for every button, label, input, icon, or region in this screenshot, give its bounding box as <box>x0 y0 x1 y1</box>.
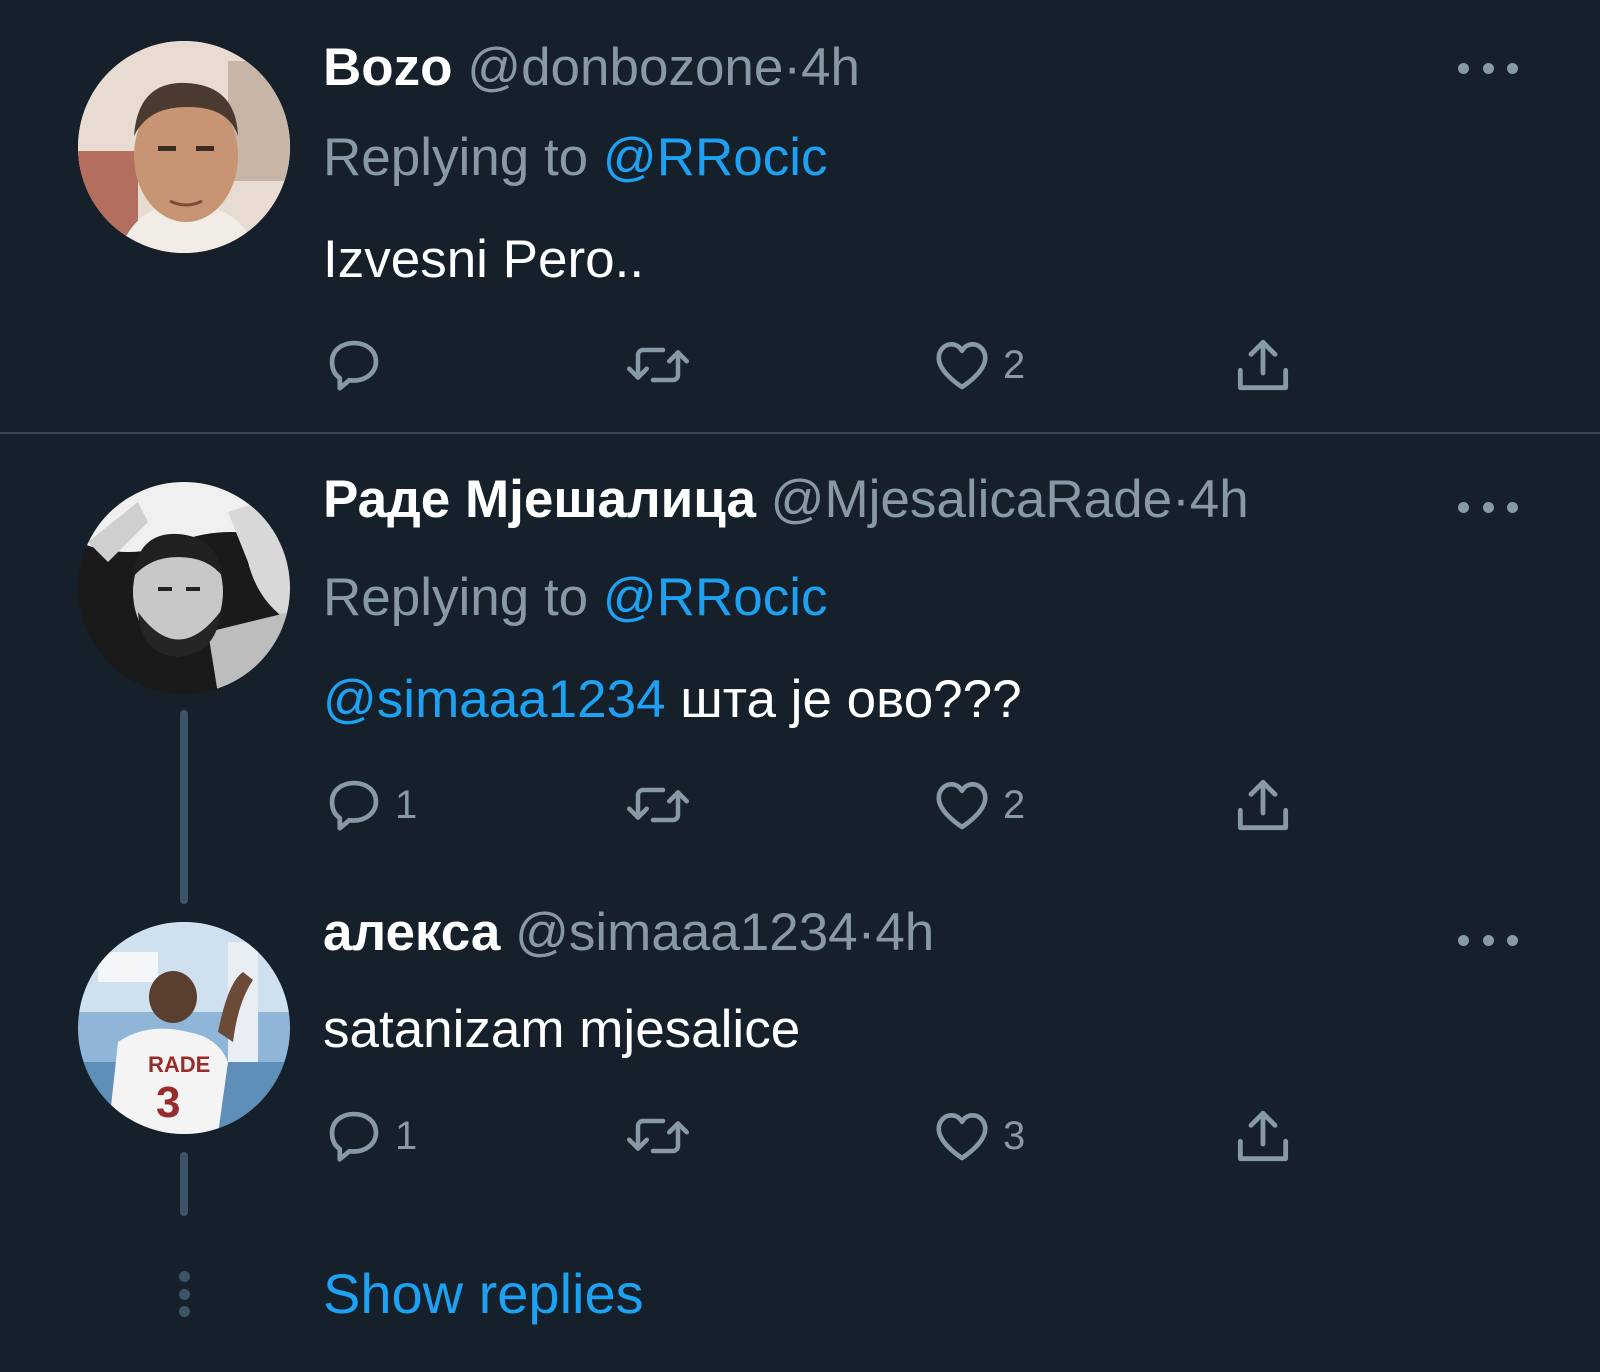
retweet-icon <box>623 774 693 836</box>
share-button[interactable] <box>1231 1101 1295 1171</box>
like-count: 3 <box>1003 1113 1026 1158</box>
svg-text:3: 3 <box>156 1078 180 1127</box>
user-handle[interactable]: @donbozone <box>467 38 783 97</box>
svg-text:RADE: RADE <box>148 1052 210 1077</box>
retweet-button[interactable] <box>623 330 703 400</box>
tweet-actions: 1 2 <box>323 770 1323 840</box>
reply-icon <box>323 1105 385 1167</box>
retweet-button[interactable] <box>623 770 703 840</box>
tweet-text: Izvesni Pero.. <box>323 230 644 290</box>
like-count: 2 <box>1003 342 1026 387</box>
tweet-text-content: satanizam mjesalice <box>323 1000 801 1059</box>
separator: · <box>857 903 876 962</box>
tweet-text: satanizam mjesalice <box>323 1000 800 1060</box>
show-replies-link[interactable]: Show replies <box>323 1262 644 1326</box>
reply-count: 1 <box>395 1113 418 1158</box>
reply-button[interactable] <box>323 330 395 400</box>
share-icon <box>1231 1104 1295 1168</box>
user-handle[interactable]: @MjesalicaRade <box>771 470 1172 529</box>
share-button[interactable] <box>1231 770 1295 840</box>
avatar-aleksa[interactable]: RADE 3 <box>78 922 290 1134</box>
heart-icon <box>931 774 993 836</box>
replying-to-label: Replying to <box>323 128 589 187</box>
tweet-header: Bozo @donbozone·4h <box>323 38 860 98</box>
replying-to: Replying to @RRocic <box>323 128 828 188</box>
retweet-button[interactable] <box>623 1101 703 1171</box>
timestamp[interactable]: 4h <box>801 38 860 97</box>
thread-connector <box>180 710 188 904</box>
tweet-actions: 1 3 <box>323 1101 1323 1171</box>
reply-button[interactable]: 1 <box>323 1101 417 1171</box>
reply-icon <box>323 334 385 396</box>
more-icon[interactable] <box>1458 58 1518 78</box>
replying-to-handle[interactable]: @RRocic <box>603 568 828 627</box>
tweet-actions: 2 <box>323 330 1323 400</box>
retweet-icon <box>623 1105 693 1167</box>
share-icon <box>1231 333 1295 397</box>
replying-to: Replying to @RRocic <box>323 568 828 628</box>
like-button[interactable]: 3 <box>931 1101 1025 1171</box>
tweet-text: @simaaa1234 шта је ово??? <box>323 670 1022 730</box>
mention-link[interactable]: @simaaa1234 <box>323 670 666 729</box>
like-count: 2 <box>1003 782 1026 827</box>
tweet-header: алекса @simaaa1234·4h <box>323 903 934 963</box>
display-name[interactable]: Bozo <box>323 38 453 97</box>
display-name[interactable]: алекса <box>323 903 500 962</box>
tweet-divider <box>0 432 1600 434</box>
thread-connector <box>180 1152 188 1216</box>
like-button[interactable]: 2 <box>931 330 1025 400</box>
heart-icon <box>931 1105 993 1167</box>
display-name[interactable]: Раде Мјешалица <box>323 470 756 529</box>
separator: · <box>783 38 802 97</box>
timestamp[interactable]: 4h <box>875 903 934 962</box>
like-button[interactable]: 2 <box>931 770 1025 840</box>
replying-to-handle[interactable]: @RRocic <box>603 128 828 187</box>
thread-ellipsis-icon <box>177 1271 191 1317</box>
tweet-text-content: Izvesni Pero.. <box>323 230 645 289</box>
share-icon <box>1231 773 1295 837</box>
user-handle[interactable]: @simaaa1234 <box>515 903 858 962</box>
tweet-text-content: шта је ово??? <box>665 670 1022 729</box>
replying-to-label: Replying to <box>323 568 589 627</box>
timestamp[interactable]: 4h <box>1190 470 1249 529</box>
reply-count: 1 <box>395 782 418 827</box>
more-icon[interactable] <box>1458 930 1518 950</box>
avatar-bozo[interactable] <box>78 41 290 253</box>
more-icon[interactable] <box>1458 497 1518 517</box>
separator: · <box>1172 470 1190 529</box>
share-button[interactable] <box>1231 330 1295 400</box>
reply-icon <box>323 774 385 836</box>
tweet-header: Раде Мјешалица @MjesalicaRade·4h <box>323 470 1249 530</box>
heart-icon <box>931 334 993 396</box>
retweet-icon <box>623 334 693 396</box>
avatar-rade[interactable] <box>78 482 290 694</box>
reply-button[interactable]: 1 <box>323 770 417 840</box>
